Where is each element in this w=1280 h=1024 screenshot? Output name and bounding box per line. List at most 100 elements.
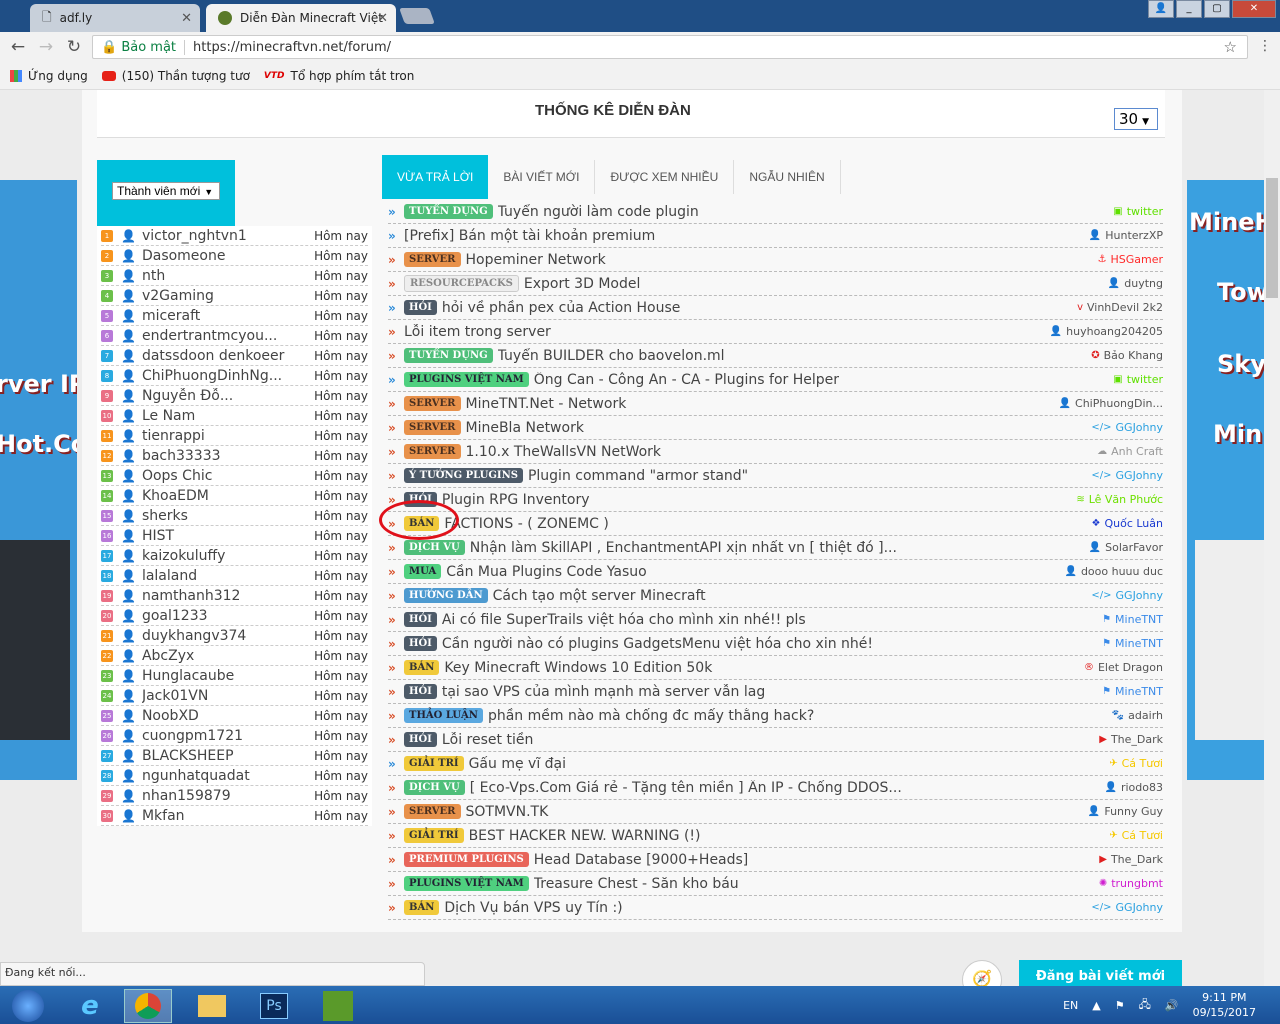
member-name[interactable]: Le Nam bbox=[142, 408, 314, 424]
thread-author[interactable]: ▶ The_Dark bbox=[1099, 733, 1163, 746]
thread-author[interactable]: ⚑ MineTNT bbox=[1102, 685, 1163, 698]
prefix-badge[interactable]: SERVER bbox=[404, 804, 461, 819]
member-row[interactable]: 9 👤 Nguyễn Đỗ... Hôm nay bbox=[101, 386, 368, 406]
thread-title[interactable]: Export 3D Model bbox=[524, 276, 1108, 292]
member-name[interactable]: endertrantmcyou... bbox=[142, 328, 314, 344]
close-tab-icon[interactable]: ✕ bbox=[377, 11, 388, 26]
author-name[interactable]: Funny Guy bbox=[1104, 805, 1163, 818]
thread-row[interactable]: » HƯỚNG DẪN Cách tạo một server Minecraft <… bbox=[388, 584, 1163, 608]
thread-row[interactable]: » DỊCH VỤ Nhận làm SkillAPI , EnchantmentA… bbox=[388, 536, 1163, 560]
member-row[interactable]: 11 👤 tienrappi Hôm nay bbox=[101, 426, 368, 446]
tab-3[interactable]: NGẪU NHIÊN bbox=[734, 160, 841, 194]
member-row[interactable]: 19 👤 namthanh312 Hôm nay bbox=[101, 586, 368, 606]
author-name[interactable]: twitter bbox=[1127, 205, 1163, 218]
member-row[interactable]: 7 👤 datssdoon denkoeer Hôm nay bbox=[101, 346, 368, 366]
member-row[interactable]: 26 👤 cuongpm1721 Hôm nay bbox=[101, 726, 368, 746]
network-icon[interactable]: 🖧 bbox=[1139, 996, 1151, 1015]
thread-title[interactable]: Dịch Vụ bán VPS uy Tín :) bbox=[444, 900, 1091, 916]
thread-author[interactable]: ⚑ MineTNT bbox=[1102, 637, 1163, 650]
prefix-badge[interactable]: PLUGINS VIỆT NAM bbox=[404, 372, 529, 387]
thread-row[interactable]: » PLUGINS VIỆT NAM Treasure Chest - Săn kh… bbox=[388, 872, 1163, 896]
member-row[interactable]: 25 👤 NoobXD Hôm nay bbox=[101, 706, 368, 726]
tab-minecraftvn[interactable]: Diễn Đàn Minecraft Việt ✕ bbox=[206, 4, 396, 32]
author-name[interactable]: MineTNT bbox=[1115, 685, 1163, 698]
thread-row[interactable]: » HỎI hỏi về phần pex của Action House v Vin… bbox=[388, 296, 1163, 320]
member-row[interactable]: 1 👤 victor_nghtvn1 Hôm nay bbox=[101, 226, 368, 246]
prefix-badge[interactable]: SERVER bbox=[404, 444, 461, 459]
thread-author[interactable]: </> GGJohny bbox=[1091, 421, 1163, 434]
bookmark-star-icon[interactable]: ☆ bbox=[1224, 38, 1237, 56]
member-row[interactable]: 12 👤 bach33333 Hôm nay bbox=[101, 446, 368, 466]
left-ad-banner[interactable]: rver IP Hot.Com bbox=[0, 180, 77, 780]
prefix-badge[interactable]: MUA bbox=[404, 564, 442, 579]
member-name[interactable]: victor_nghtvn1 bbox=[142, 228, 314, 244]
author-name[interactable]: twitter bbox=[1127, 373, 1163, 386]
author-name[interactable]: dooo huuu duc bbox=[1081, 565, 1163, 578]
author-name[interactable]: Bảo Khang bbox=[1104, 349, 1163, 362]
thread-author[interactable]: ✈ Cá Tươi bbox=[1109, 829, 1163, 842]
prefix-badge[interactable]: GIẢI TRÍ bbox=[404, 756, 464, 771]
address-bar[interactable]: 🔒 Bảo mật https://minecraftvn.net/forum/… bbox=[92, 35, 1248, 59]
author-name[interactable]: duytng bbox=[1124, 277, 1163, 290]
photoshop-icon[interactable]: Ps bbox=[250, 989, 298, 1023]
thread-row[interactable]: » SERVER Hopeminer Network ⚓ HSGamer bbox=[388, 248, 1163, 272]
thread-title[interactable]: [ Eco-Vps.Com Giá rẻ - Tặng tên miền ] Ẩ… bbox=[470, 780, 1105, 796]
member-name[interactable]: Jack01VN bbox=[142, 688, 314, 704]
url-text[interactable]: https://minecraftvn.net/forum/ bbox=[193, 40, 391, 55]
thread-title[interactable]: Nhận làm SkillAPI , EnchantmentAPI xịn n… bbox=[470, 540, 1089, 556]
member-row[interactable]: 3 👤 nth Hôm nay bbox=[101, 266, 368, 286]
thread-title[interactable]: phần mềm nào mà chống đc mấy thằng hack? bbox=[488, 708, 1112, 724]
member-name[interactable]: kaizokuluffy bbox=[142, 548, 314, 564]
thread-author[interactable]: 👤 HunterzXP bbox=[1089, 229, 1163, 242]
thread-title[interactable]: Cần Mua Plugins Code Yasuo bbox=[446, 564, 1064, 580]
prefix-badge[interactable]: HỎI bbox=[404, 300, 437, 315]
thread-row[interactable]: » TUYỂN DỤNG Tuyển BUILDER cho baovelon.ml… bbox=[388, 344, 1163, 368]
thread-title[interactable]: Cần người nào có plugins GadgetsMenu việ… bbox=[442, 636, 1102, 652]
thread-title[interactable]: [Prefix] Bán một tài khoản premium bbox=[404, 228, 1089, 244]
thread-title[interactable]: Plugin RPG Inventory bbox=[442, 492, 1076, 508]
action-center-icon[interactable]: ⚑ bbox=[1115, 999, 1125, 1012]
thread-title[interactable]: Plugin command "armor stand" bbox=[528, 468, 1091, 484]
member-filter-select[interactable]: Thành viên mới ▼ bbox=[112, 182, 220, 200]
prefix-badge[interactable]: SERVER bbox=[404, 420, 461, 435]
member-row[interactable]: 10 👤 Le Nam Hôm nay bbox=[101, 406, 368, 426]
member-name[interactable]: bach33333 bbox=[142, 448, 314, 464]
author-name[interactable]: SolarFavor bbox=[1105, 541, 1163, 554]
author-name[interactable]: GGJohny bbox=[1116, 421, 1163, 434]
tab-1[interactable]: BÀI VIẾT MỚI bbox=[488, 160, 596, 194]
thread-row[interactable]: » HỎI Cần người nào có plugins GadgetsMenu… bbox=[388, 632, 1163, 656]
author-name[interactable]: The_Dark bbox=[1111, 853, 1163, 866]
bookmark-apps[interactable]: Ứng dụng bbox=[10, 69, 88, 83]
member-row[interactable]: 24 👤 Jack01VN Hôm nay bbox=[101, 686, 368, 706]
coreldraw-icon[interactable] bbox=[314, 989, 362, 1023]
reload-icon[interactable]: ↻ bbox=[60, 37, 88, 57]
author-name[interactable]: huyhoang204205 bbox=[1066, 325, 1163, 338]
thread-row[interactable]: » HỎI Lỗi reset tiền ▶ The_Dark bbox=[388, 728, 1163, 752]
prefix-badge[interactable]: DỊCH VỤ bbox=[404, 780, 465, 795]
member-name[interactable]: NoobXD bbox=[142, 708, 314, 724]
author-name[interactable]: adairh bbox=[1128, 709, 1163, 722]
back-icon[interactable]: ← bbox=[4, 37, 32, 57]
prefix-badge[interactable]: THẢO LUẬN bbox=[404, 708, 483, 723]
prefix-badge[interactable]: SERVER bbox=[404, 396, 461, 411]
prefix-badge[interactable]: DỊCH VỤ bbox=[404, 540, 465, 555]
thread-row[interactable]: » SERVER 1.10.x TheWallsVN NetWork ☁ Anh Cra… bbox=[388, 440, 1163, 464]
thread-author[interactable]: ✺ trungbmt bbox=[1099, 877, 1163, 890]
thread-title[interactable]: hỏi về phần pex của Action House bbox=[442, 300, 1077, 316]
thread-row[interactable]: » HỎI tại sao VPS của mình mạnh mà server … bbox=[388, 680, 1163, 704]
thread-title[interactable]: Lỗi item trong server bbox=[404, 324, 1050, 340]
tab-adfly[interactable]: 🗋 adf.ly ✕ bbox=[30, 4, 200, 32]
member-row[interactable]: 22 👤 AbcZyx Hôm nay bbox=[101, 646, 368, 666]
thread-row[interactable]: » BÁN FACTIONS - ( ZONEMC ) ❖ Quốc Luân bbox=[388, 512, 1163, 536]
member-name[interactable]: Nguyễn Đỗ... bbox=[142, 388, 314, 404]
close-window-button[interactable]: ✕ bbox=[1232, 0, 1276, 18]
thread-row[interactable]: » GIẢI TRÍ Gấu mẹ vĩ đại ✈ Cá Tươi bbox=[388, 752, 1163, 776]
thread-author[interactable]: ▣ twitter bbox=[1113, 205, 1163, 218]
thread-row[interactable]: » [Prefix] Bán một tài khoản premium 👤 Hunt… bbox=[388, 224, 1163, 248]
member-row[interactable]: 15 👤 sherks Hôm nay bbox=[101, 506, 368, 526]
thread-row[interactable]: » TUYỂN DỤNG Tuyển người làm code plugin ▣ t… bbox=[388, 200, 1163, 224]
thread-author[interactable]: ⚑ MineTNT bbox=[1102, 613, 1163, 626]
thread-row[interactable]: » SERVER MineTNT.Net - Network 👤 ChiPhuongDi… bbox=[388, 392, 1163, 416]
prefix-badge[interactable]: Ý TƯỞNG PLUGINS bbox=[404, 468, 523, 483]
thread-author[interactable]: 👤 riodo83 bbox=[1105, 781, 1163, 794]
